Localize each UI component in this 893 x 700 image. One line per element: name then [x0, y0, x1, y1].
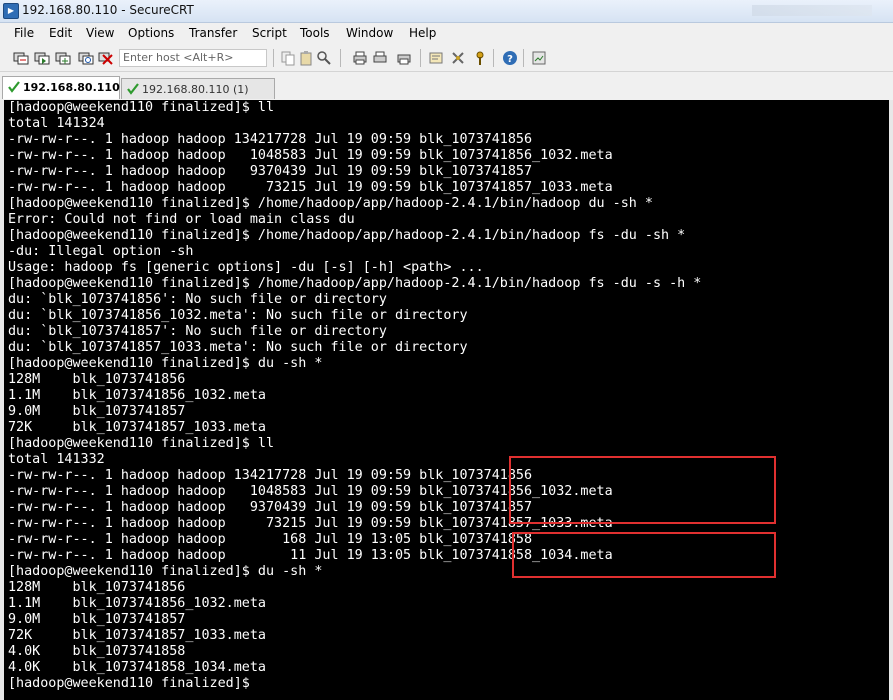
- terminal-line: Error: Could not find or load main class…: [8, 212, 355, 227]
- toolbar-separator: [273, 49, 274, 67]
- terminal-line: [hadoop@weekend110 finalized]$ ll: [8, 100, 275, 115]
- menu-file[interactable]: File: [14, 26, 34, 40]
- menu-options[interactable]: Options: [128, 26, 174, 40]
- highlight-box-existing-blocks: [509, 456, 776, 524]
- session-options-icon[interactable]: [428, 50, 444, 66]
- paste-icon[interactable]: [298, 50, 314, 66]
- toolbar-separator: [493, 49, 494, 67]
- menu-transfer[interactable]: Transfer: [189, 26, 237, 40]
- tab-session-2[interactable]: 192.168.80.110 (1): [121, 78, 275, 99]
- terminal-line: -rw-rw-r--. 1 hadoop hadoop 73215 Jul 19…: [8, 180, 613, 195]
- disconnect-icon[interactable]: [98, 50, 114, 66]
- terminal-line: [hadoop@weekend110 finalized]$ /home/had…: [8, 228, 686, 243]
- terminal-line: [hadoop@weekend110 finalized]$ du -sh *: [8, 356, 323, 371]
- terminal-screen[interactable]: [hadoop@weekend110 finalized]$ ll total 1…: [4, 100, 889, 700]
- terminal-line: [hadoop@weekend110 finalized]$ /home/had…: [8, 196, 653, 211]
- terminal-line: du: `blk_1073741857_1033.meta': No such …: [8, 340, 468, 355]
- terminal-line: 4.0K blk_1073741858_1034.meta: [8, 660, 266, 675]
- window-title: 192.168.80.110 - SecureCRT: [22, 3, 194, 17]
- terminal-line: du: `blk_1073741856': No such file or di…: [8, 292, 387, 307]
- menu-window[interactable]: Window: [346, 26, 393, 40]
- terminal-line: du: `blk_1073741857': No such file or di…: [8, 324, 387, 339]
- reconnect-icon[interactable]: [78, 50, 94, 66]
- menu-help[interactable]: Help: [409, 26, 436, 40]
- terminal-line: 9.0M blk_1073741857: [8, 612, 186, 627]
- terminal-line: 72K blk_1073741857_1033.meta: [8, 628, 266, 643]
- terminal-line: -du: Illegal option -sh: [8, 244, 194, 259]
- securecrt-app-icon: ▶: [3, 3, 19, 19]
- title-bar: ▶ 192.168.80.110 - SecureCRT: [0, 0, 893, 23]
- connected-check-icon: [127, 83, 139, 95]
- menu-script[interactable]: Script: [252, 26, 287, 40]
- terminal-line: 1.1M blk_1073741856_1032.meta: [8, 596, 266, 611]
- keymap-icon[interactable]: [472, 50, 488, 66]
- tab-session-1[interactable]: 192.168.80.110: [2, 76, 120, 99]
- terminal-line: [hadoop@weekend110 finalized]$ /home/had…: [8, 276, 702, 291]
- terminal-line: 128M blk_1073741856: [8, 372, 186, 387]
- terminal-line: 1.1M blk_1073741856_1032.meta: [8, 388, 266, 403]
- terminal-line: 128M blk_1073741856: [8, 580, 186, 595]
- print-selection-icon[interactable]: [372, 50, 388, 66]
- terminal-line: 9.0M blk_1073741857: [8, 404, 186, 419]
- toolbar: Enter host <Alt+R> ?: [0, 45, 893, 72]
- terminal-line: total 141324: [8, 116, 105, 131]
- tab-label: 192.168.80.110: [23, 81, 120, 94]
- find-icon[interactable]: [316, 50, 332, 66]
- menu-tools[interactable]: Tools: [300, 26, 330, 40]
- help-icon[interactable]: ?: [502, 50, 518, 66]
- session-tab-bar: 192.168.80.110 192.168.80.110 (1): [0, 72, 893, 100]
- terminal-line: -rw-rw-r--. 1 hadoop hadoop 9370439 Jul …: [8, 164, 533, 179]
- connected-check-icon: [8, 81, 20, 93]
- terminal-line: -rw-rw-r--. 1 hadoop hadoop 134217728 Ju…: [8, 132, 533, 147]
- toolbar-separator: [420, 49, 421, 67]
- svg-text:?: ?: [507, 54, 513, 65]
- toolbar-separator: [340, 49, 341, 67]
- global-options-icon[interactable]: [450, 50, 466, 66]
- toolbar-separator: [523, 49, 524, 67]
- tab-label: 192.168.80.110 (1): [142, 83, 249, 96]
- print-icon[interactable]: [352, 50, 368, 66]
- terminal-line: 4.0K blk_1073741858: [8, 644, 186, 659]
- session-manager-icon[interactable]: [531, 50, 547, 66]
- terminal-line: 72K blk_1073741857_1033.meta: [8, 420, 266, 435]
- connect-icon[interactable]: [13, 50, 29, 66]
- terminal-output: [hadoop@weekend110 finalized]$ ll total 1…: [8, 100, 701, 692]
- terminal-right-border: [889, 100, 893, 700]
- enter-host-input[interactable]: Enter host <Alt+R>: [119, 49, 267, 67]
- terminal-line: du: `blk_1073741856_1032.meta': No such …: [8, 308, 468, 323]
- copy-icon[interactable]: [280, 50, 296, 66]
- terminal-line: [hadoop@weekend110 finalized]$ ll: [8, 436, 275, 451]
- terminal-line: -rw-rw-r--. 1 hadoop hadoop 1048583 Jul …: [8, 148, 613, 163]
- quick-connect-icon[interactable]: [34, 50, 50, 66]
- print-screen-icon[interactable]: [396, 50, 412, 66]
- title-bar-controls: [752, 5, 872, 16]
- menu-edit[interactable]: Edit: [49, 26, 72, 40]
- terminal-line: [hadoop@weekend110 finalized]$: [8, 676, 258, 691]
- menu-view[interactable]: View: [86, 26, 114, 40]
- highlight-box-new-blocks: [512, 532, 776, 578]
- terminal-line: Usage: hadoop fs [generic options] -du […: [8, 260, 484, 275]
- menu-bar: File Edit View Options Transfer Script T…: [0, 23, 893, 44]
- connect-tab-icon[interactable]: [55, 50, 71, 66]
